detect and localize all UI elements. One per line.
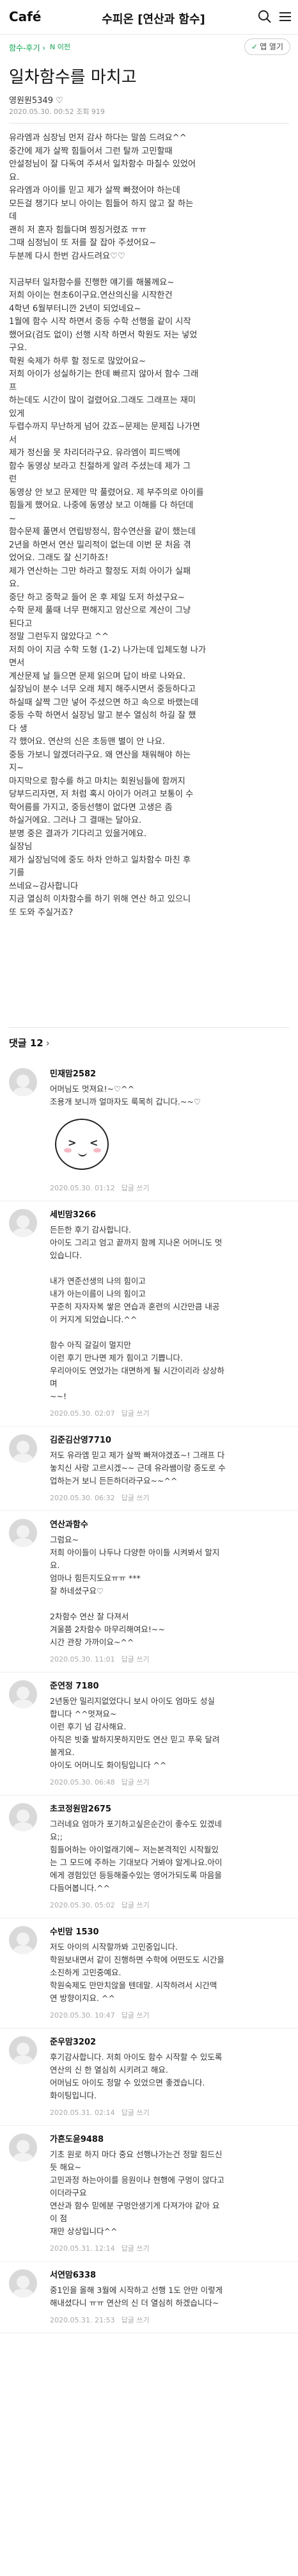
comment-item: 수빈맘 1530 저도 아이의 시작할까봐 고민중입니다. 학원보내면서 같이 … <box>0 1918 298 2029</box>
open-app-button[interactable]: ✓ 앱 열기 <box>244 38 290 55</box>
comment-text: 기초 원로 하지 마다 중요 선행나가는건 정말 힘드신 듯 해요~ 고민과정 … <box>50 2150 224 2236</box>
comment-item: 준우맘3202 후기감사합니다. 저희 아이도 함수 시작할 수 있도록 연산의… <box>0 2029 298 2126</box>
board-breadcrumb[interactable]: 함수-후기 › <box>9 42 45 53</box>
post-title: 일차함수를 마치고 <box>9 68 137 87</box>
comment-text: 어머님도 멋져요!~♡^^ 조용개 보니까 얼마자도 룩목히 갑니다.~~♡ <box>50 1084 201 1106</box>
reply-link[interactable]: 답글 쓰기 <box>122 2316 150 2324</box>
board-bar: 함수-후기 › N 이전 ✓ 앱 열기 <box>0 38 298 58</box>
avatar[interactable] <box>9 1926 37 1954</box>
reply-link[interactable]: 답글 쓰기 <box>122 1901 150 1909</box>
avatar[interactable] <box>9 1519 37 1547</box>
comment-author[interactable]: 수빈맘 1530 <box>50 1925 289 1937</box>
comment-date: 2020.05.30. 06:32 <box>50 1494 115 1502</box>
comment-date: 2020.05.30. 01:12 <box>50 1184 115 1192</box>
comment-text: 저도 아이의 시작할까봐 고민중입니다. 학원보내면서 같이 진행하면 수학에 … <box>50 1942 224 2003</box>
avatar[interactable] <box>9 1680 37 1708</box>
body-divider <box>9 1027 289 1028</box>
comments-header[interactable]: 댓글 12 › <box>9 1036 50 1049</box>
comment-text: 그럼요~ 저희 아이들이 나두나 다양한 아이들 시켜봐서 알지 요. 엄마나 … <box>50 1535 220 1647</box>
comment-item: 서연맘6338 중1인을 올해 3월에 시작하고 선행 1도 안만 이렇게 해내… <box>0 2262 298 2333</box>
comment-meta: 2020.05.30. 06:48 답글 쓰기 <box>50 1777 289 1787</box>
comment-meta: 2020.05.31. 21:53 답글 쓰기 <box>50 2315 289 2325</box>
cafe-title[interactable]: 수피온 [연산과 함수] <box>83 10 224 27</box>
comment-date: 2020.05.31. 12:14 <box>50 2244 115 2253</box>
comment-meta: 2020.05.30. 05:02 답글 쓰기 <box>50 1900 289 1910</box>
comment-text: 든든한 후기 감사합니다. 아이도 그리고 엄고 끝까지 함께 지나온 어머니도… <box>50 1225 224 1401</box>
comment-meta: 2020.05.31. 12:14 답글 쓰기 <box>50 2243 289 2253</box>
comment-meta: 2020.05.30. 11:01 답글 쓰기 <box>50 1654 289 1664</box>
comment-item: 세빈맘3266 든든한 후기 감사합니다. 아이도 그리고 엄고 끝까지 함께 … <box>0 1201 298 1427</box>
open-app-label: 앱 열기 <box>260 42 283 51</box>
comment-author[interactable]: 초코정원맘2675 <box>50 1802 289 1814</box>
comment-item: 초코정원맘2675 그러네요 엄마가 포기하고싶은순간이 좋수도 있겠네 요;;… <box>0 1795 298 1918</box>
search-icon[interactable] <box>257 9 272 24</box>
comment-author[interactable]: 민재맘2582 <box>50 1067 289 1079</box>
menu-icon[interactable] <box>278 9 293 24</box>
comment-date: 2020.05.30. 10:47 <box>50 2011 115 2020</box>
reply-link[interactable]: 답글 쓰기 <box>122 1409 150 1418</box>
comment-author[interactable]: 김준김산영7710 <box>50 1433 289 1445</box>
post-author[interactable]: 영원원5349 ♡ <box>9 93 63 106</box>
comment-date: 2020.05.30. 06:48 <box>50 1778 115 1786</box>
comment-item: 가흔도윤9488 기초 원로 하지 마다 중요 선행나가는건 정말 힘드신 듯 … <box>0 2126 298 2262</box>
comment-text: 중1인을 올해 3월에 시작하고 선행 1도 안만 이렇게 해내셨다니 ㅠㅠ 연… <box>50 2285 223 2308</box>
comments-count-label: 댓글 12 <box>9 1037 43 1049</box>
check-icon: ✓ <box>251 42 258 51</box>
comment-item: 김준김산영7710 저도 유라엠 믿고 제가 살짝 빠져야겠죠~! 그래프 다 … <box>0 1427 298 1511</box>
comment-meta: 2020.05.30. 01:12 답글 쓰기 <box>50 1183 289 1193</box>
comment-date: 2020.05.31. 02:14 <box>50 2109 115 2117</box>
cafe-logo[interactable]: Café <box>9 9 41 24</box>
comment-author[interactable]: 세빈맘3266 <box>50 1208 289 1220</box>
header-divider <box>9 123 289 124</box>
post-body: 유라엠과 심장님 먼저 감사 하다는 말씀 드려요^^ 중간에 제가 살짝 힘들… <box>9 133 207 918</box>
reply-link[interactable]: 답글 쓰기 <box>122 2109 150 2117</box>
comment-list: 민재맘2582 어머님도 멋져요!~♡^^ 조용개 보니까 얼마자도 룩목히 갑… <box>0 1060 298 2333</box>
previous-post-link[interactable]: N 이전 <box>50 42 70 52</box>
comment-text: 저도 유라엠 믿고 제가 살짝 빠져야겠죠~! 그래프 다 놓치신 사랑 고르시… <box>50 1450 226 1486</box>
comment-item: 연산과함수 그럼요~ 저희 아이들이 나두나 다양한 아이들 시켜봐서 알지 요… <box>0 1511 298 1673</box>
reply-link[interactable]: 답글 쓰기 <box>122 1494 150 1502</box>
post-meta: 2020.05.30. 00:52 조회 919 <box>9 108 105 116</box>
comment-text: 그러네요 엄마가 포기하고싶은순간이 좋수도 있겠네 요;; 힘들어하는 아이얼… <box>50 1819 223 1893</box>
comment-meta: 2020.05.30. 06:32 답글 쓰기 <box>50 1493 289 1503</box>
reply-link[interactable]: 답글 쓰기 <box>122 2011 150 2020</box>
reply-link[interactable]: 답글 쓰기 <box>122 1778 150 1786</box>
comment-author[interactable]: 연산과함수 <box>50 1518 289 1530</box>
comment-author[interactable]: 준연정 7180 <box>50 1679 289 1691</box>
comment-date: 2020.05.31. 21:53 <box>50 2316 115 2324</box>
reply-link[interactable]: 답글 쓰기 <box>122 1655 150 1664</box>
comment-author[interactable]: 서연맘6338 <box>50 2268 289 2280</box>
comment-item: 준연정 7180 2년동안 밀리지없었다니 보시 아이도 엄마도 성실 합니다 … <box>0 1673 298 1795</box>
chevron-right-icon: › <box>45 1037 50 1049</box>
comment-author[interactable]: 준우맘3202 <box>50 2035 289 2047</box>
avatar[interactable] <box>9 2134 37 2162</box>
avatar[interactable] <box>9 1209 37 1237</box>
comment-date: 2020.05.30. 02:07 <box>50 1409 115 1418</box>
comment-author[interactable]: 가흔도윤9488 <box>50 2132 289 2144</box>
comment-text: 후기감사합니다. 저희 아이도 함수 시작할 수 있도록 연산의 신 한 열심히… <box>50 2052 223 2100</box>
avatar[interactable] <box>9 1803 37 1831</box>
reply-link[interactable]: 답글 쓰기 <box>122 1184 150 1192</box>
comment-meta: 2020.05.31. 02:14 답글 쓰기 <box>50 2107 289 2118</box>
comment-meta: 2020.05.30. 02:07 답글 쓰기 <box>50 1408 289 1418</box>
emoticon-sticker: > < <box>50 1114 114 1178</box>
avatar[interactable] <box>9 2036 37 2064</box>
comment-text: 2년동안 밀리지없었다니 보시 아이도 엄마도 성실 합니다 ^^멋져요~ 이런… <box>50 1696 220 1770</box>
comment-meta: 2020.05.30. 10:47 답글 쓰기 <box>50 2010 289 2020</box>
comment-date: 2020.05.30. 05:02 <box>50 1901 115 1909</box>
top-bar: Café 수피온 [연산과 함수] <box>0 0 298 35</box>
avatar[interactable] <box>9 2269 37 2297</box>
comment-item: 민재맘2582 어머님도 멋져요!~♡^^ 조용개 보니까 얼마자도 룩목히 갑… <box>0 1060 298 1201</box>
reply-link[interactable]: 답글 쓰기 <box>122 2244 150 2253</box>
avatar[interactable] <box>9 1068 37 1096</box>
comment-date: 2020.05.30. 11:01 <box>50 1655 115 1664</box>
avatar[interactable] <box>9 1434 37 1462</box>
